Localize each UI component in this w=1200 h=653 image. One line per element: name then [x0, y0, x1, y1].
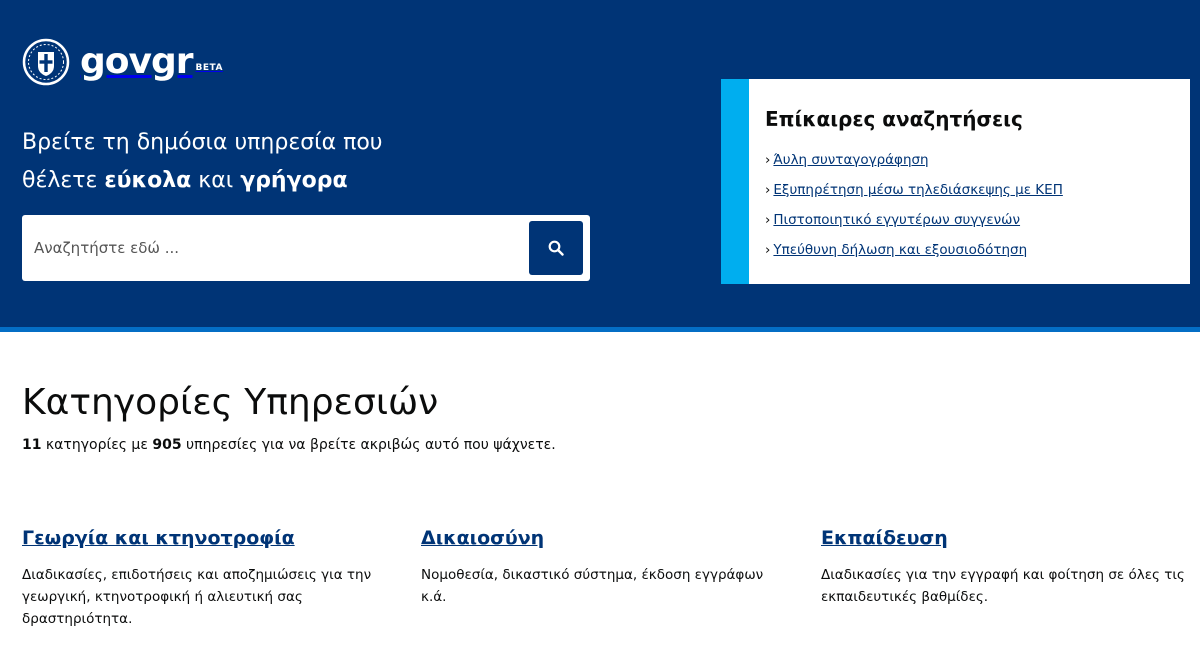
hero-banner: govgr BETA Βρείτε τη δημόσια υπηρεσία πο…	[0, 0, 1200, 332]
categories-summary: 11 κατηγορίες με 905 υπηρεσίες για να βρ…	[22, 437, 556, 453]
chevron-right-icon: ›	[765, 242, 771, 258]
category-card-education: Εκπαίδευση Διαδικασίες για την εγγραφή κ…	[821, 527, 1191, 608]
trending-item: › Άυλη συνταγογράφηση	[765, 145, 1190, 175]
trending-item: › Εξυπηρέτηση μέσω τηλεδιάσκεψης με ΚΕΠ	[765, 175, 1190, 205]
trending-item: › Υπεύθυνη δήλωση και εξουσιοδότηση	[765, 235, 1190, 265]
trending-item: › Πιστοποιητικό εγγυτέρων συγγενών	[765, 205, 1190, 235]
logo-text-gr: gr	[150, 41, 194, 82]
logo-wordmark: govgr	[80, 44, 193, 80]
categories-summary-text-a: κατηγορίες με	[41, 437, 153, 453]
headline-bold-easy: εύκολα	[104, 168, 192, 193]
category-description: Νομοθεσία, δικαστικό σύστημα, έκδοση εγγ…	[421, 567, 764, 605]
search-input[interactable]	[22, 215, 522, 281]
categories-count: 11	[22, 437, 42, 453]
headline-text-pre: θέλετε	[22, 168, 105, 193]
category-card-justice: Δικαιοσύνη Νομοθεσία, δικαστικό σύστημα,…	[421, 527, 791, 608]
search-icon	[548, 240, 564, 256]
headline-text-mid: και	[191, 168, 241, 193]
headline-line-1: Βρείτε τη δημόσια υπηρεσία που	[22, 130, 383, 155]
hero-headline: Βρείτε τη δημόσια υπηρεσία που θέλετε εύ…	[22, 124, 542, 200]
chevron-right-icon: ›	[765, 212, 771, 228]
categories-summary-text-b: υπηρεσίες για να βρείτε ακριβώς αυτό που…	[181, 437, 556, 453]
trending-searches-list: › Άυλη συνταγογράφηση › Εξυπηρέτηση μέσω τ…	[765, 145, 1190, 265]
logo-text-gov: gov	[80, 41, 152, 82]
category-card-agriculture: Γεωργία και κτηνοτροφία Διαδικασίες, επι…	[22, 527, 392, 630]
headline-line-2: θέλετε εύκολα και γρήγορα	[22, 162, 542, 200]
category-link-justice[interactable]: Δικαιοσύνη	[421, 527, 544, 549]
headline-bold-fast: γρήγορα	[240, 168, 348, 193]
search-bar	[22, 215, 590, 281]
govgr-logo[interactable]: govgr BETA	[22, 38, 223, 86]
services-count: 905	[152, 437, 182, 453]
category-link-agriculture[interactable]: Γεωργία και κτηνοτροφία	[22, 527, 295, 549]
hellenic-emblem-icon	[22, 38, 70, 86]
chevron-right-icon: ›	[765, 182, 771, 198]
trending-link-ypefthini-dilosi[interactable]: Υπεύθυνη δήλωση και εξουσιοδότηση	[773, 242, 1027, 258]
category-link-education[interactable]: Εκπαίδευση	[821, 527, 948, 549]
category-description: Διαδικασίες για την εγγραφή και φοίτηση …	[821, 567, 1185, 605]
beta-badge: BETA	[195, 63, 223, 73]
trending-searches-panel: Επίκαιρες αναζητήσεις › Άυλη συνταγογράφη…	[721, 79, 1190, 284]
chevron-right-icon: ›	[765, 152, 771, 168]
trending-link-pistopoiitiko-syggenon[interactable]: Πιστοποιητικό εγγυτέρων συγγενών	[773, 212, 1020, 228]
search-button[interactable]	[529, 221, 583, 275]
category-description: Διαδικασίες, επιδοτήσεις και αποζημιώσει…	[22, 567, 372, 627]
categories-title: Κατηγορίες Υπηρεσιών	[22, 382, 439, 423]
trending-link-kep-tilediaskepsi[interactable]: Εξυπηρέτηση μέσω τηλεδιάσκεψης με ΚΕΠ	[773, 182, 1062, 198]
trending-searches-title: Επίκαιρες αναζητήσεις	[765, 107, 1023, 131]
trending-link-avli-syntagografisi[interactable]: Άυλη συνταγογράφηση	[773, 152, 928, 168]
